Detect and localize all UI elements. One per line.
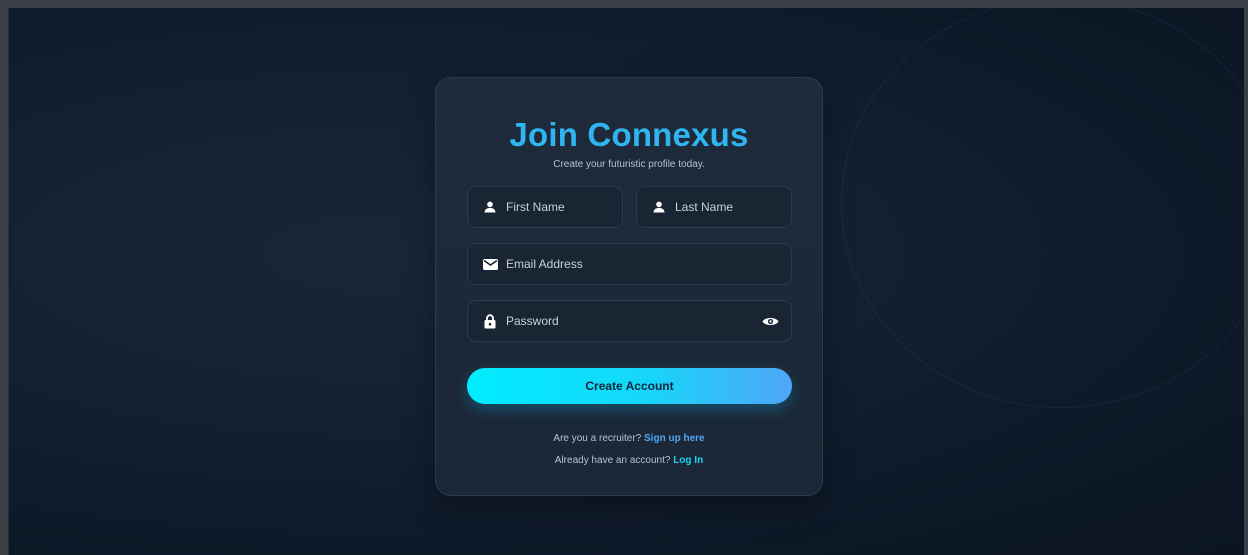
eye-icon[interactable] [761,314,779,328]
envelope-icon [482,256,498,272]
create-account-button[interactable]: Create Account [467,368,792,404]
user-icon [651,199,667,215]
decorative-circle [841,8,1244,408]
first-name-placeholder: First Name [506,200,565,214]
email-field[interactable]: Email Address [467,243,792,285]
login-prompt: Already have an account? [554,455,671,466]
recruiter-signup-line: Are you a recruiter? Sign up here [436,433,822,444]
page-background: Join Connexus Create your futuristic pro… [8,8,1244,555]
password-placeholder: Password [506,314,559,328]
login-link[interactable]: Log In [673,455,703,466]
page-title: Join Connexus [509,116,749,153]
recruiter-prompt: Are you a recruiter? [553,433,642,444]
last-name-placeholder: Last Name [675,200,734,214]
last-name-field[interactable]: Last Name [636,186,792,228]
password-field[interactable]: Password [467,300,792,342]
email-placeholder: Email Address [506,257,583,271]
first-name-field[interactable]: First Name [467,186,623,228]
login-line: Already have an account? Log In [436,455,822,466]
user-icon [482,199,498,215]
signup-card: Join Connexus Create your futuristic pro… [435,77,823,496]
lock-icon [482,313,498,329]
page-subtitle: Create your futuristic profile today. [553,159,705,170]
recruiter-signup-link[interactable]: Sign up here [644,433,705,444]
